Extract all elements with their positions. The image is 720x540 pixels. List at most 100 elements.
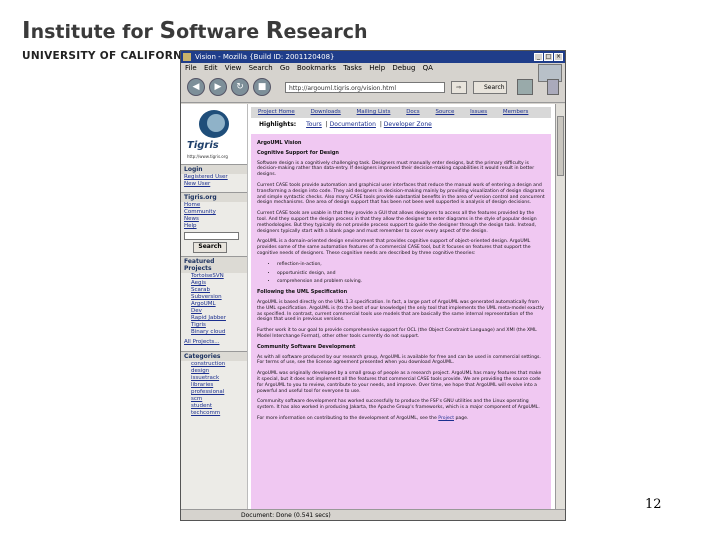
- page-content: Tigris http://www.tigris.org Login Regis…: [181, 104, 557, 510]
- go-icon[interactable]: ⇨: [451, 81, 467, 94]
- print-icon[interactable]: [517, 79, 533, 95]
- link-featured-project[interactable]: ArgoUML: [181, 301, 247, 308]
- highlights-bar: Highlights: Tours | Documentation | Deve…: [259, 121, 432, 128]
- link-home[interactable]: Home: [181, 202, 247, 209]
- theories-list: reflection-in-action, opportunistic desi…: [257, 262, 545, 285]
- section-heading: Community Software Development: [257, 343, 356, 350]
- menu-help[interactable]: Help: [369, 64, 385, 72]
- list-item: comprehension and problem solving.: [277, 279, 545, 285]
- tab-downloads[interactable]: Downloads: [311, 109, 341, 115]
- scrollbar-thumb[interactable]: [557, 116, 564, 176]
- menu-file[interactable]: File: [185, 64, 197, 72]
- maximize-icon[interactable]: □: [544, 53, 553, 61]
- link-category[interactable]: design: [181, 368, 247, 375]
- url-field[interactable]: http://argouml.tigris.org/vision.html: [285, 82, 445, 93]
- link-featured-project[interactable]: Scarab: [181, 287, 247, 294]
- tab-issues[interactable]: Issues: [470, 109, 487, 115]
- toolbar-grippy-icon[interactable]: [547, 79, 559, 95]
- link-category[interactable]: techcomm: [181, 410, 247, 417]
- logo-url: http://www.tigris.org: [187, 154, 228, 159]
- paragraph: Software design is a cognitively challen…: [257, 160, 535, 178]
- paragraph: Further work it to our goal to provide c…: [257, 328, 537, 339]
- link-project-page[interactable]: Project: [438, 416, 454, 421]
- paragraph: ArgoUML is based directly on the UML 1.3…: [257, 299, 544, 323]
- main-area: Project Home Downloads Mailing Lists Doc…: [251, 107, 551, 510]
- link-category[interactable]: professional: [181, 389, 247, 396]
- browser-window: Vision - Mozilla {Build ID: 2001120408} …: [180, 50, 566, 521]
- sidebar: Tigris http://www.tigris.org Login Regis…: [181, 104, 248, 510]
- link-tours[interactable]: Tours: [306, 121, 322, 128]
- featured-heading: Featured Projects: [181, 256, 247, 273]
- tigris-heading: Tigris.org: [181, 192, 247, 202]
- tigris-logo-icon: [199, 110, 229, 138]
- menu-view[interactable]: View: [225, 64, 242, 72]
- link-new-user[interactable]: New User: [181, 181, 247, 188]
- document-body: ArgoUML Vision Cognitive Support for Des…: [251, 134, 551, 510]
- project-nav: Project Home Downloads Mailing Lists Doc…: [251, 107, 551, 118]
- tab-source[interactable]: Source: [435, 109, 454, 115]
- paragraph: ArgoUML is a domain-oriented design envi…: [257, 239, 531, 256]
- link-all-projects[interactable]: All Projects...: [181, 339, 247, 346]
- window-title: Vision - Mozilla {Build ID: 2001120408}: [195, 53, 335, 61]
- link-featured-project[interactable]: Binary cloud: [181, 329, 247, 336]
- minimize-icon[interactable]: _: [534, 53, 543, 61]
- menu-bar: File Edit View Search Go Bookmarks Tasks…: [181, 63, 565, 74]
- link-featured-project[interactable]: Rapid Jabber: [181, 315, 247, 322]
- link-category[interactable]: scm: [181, 396, 247, 403]
- vertical-scrollbar[interactable]: [555, 104, 565, 510]
- reload-icon[interactable]: ↻: [231, 78, 249, 96]
- highlights-label: Highlights:: [259, 121, 297, 128]
- paragraph: For more information on contributing to …: [257, 415, 469, 421]
- paragraph: ArgoUML was originally developed by a sm…: [257, 371, 542, 394]
- link-category[interactable]: student: [181, 403, 247, 410]
- link-category[interactable]: construction: [181, 361, 247, 368]
- login-heading: Login: [181, 164, 247, 174]
- back-icon[interactable]: ◀: [187, 78, 205, 96]
- link-featured-project[interactable]: TortoiseSVN: [181, 273, 247, 280]
- menu-edit[interactable]: Edit: [204, 64, 218, 72]
- list-item: reflection-in-action,: [277, 262, 545, 268]
- tab-docs[interactable]: Docs: [406, 109, 420, 115]
- slide-title: Institute for Software Research: [22, 18, 368, 44]
- section-heading: Following the UML Specification: [257, 289, 348, 296]
- menu-search[interactable]: Search: [249, 64, 273, 72]
- page-number: 12: [645, 497, 662, 512]
- menu-go[interactable]: Go: [280, 64, 290, 72]
- link-featured-project[interactable]: Tigris: [181, 322, 247, 329]
- link-documentation[interactable]: Documentation: [330, 121, 376, 128]
- menu-bookmarks[interactable]: Bookmarks: [297, 64, 336, 72]
- stop-icon[interactable]: ■: [253, 78, 271, 96]
- tab-members[interactable]: Members: [503, 109, 529, 115]
- link-category[interactable]: issuetrack: [181, 375, 247, 382]
- categories-heading: Categories: [181, 351, 247, 361]
- search-button[interactable]: Search: [473, 81, 507, 94]
- list-item: opportunistic design, and: [277, 271, 545, 277]
- sidebar-search-button[interactable]: Search: [193, 242, 227, 253]
- link-community[interactable]: Community: [181, 209, 247, 216]
- paragraph: Current CASE tools provide automation an…: [257, 182, 545, 206]
- tab-project-home[interactable]: Project Home: [258, 109, 295, 115]
- link-developer-zone[interactable]: Developer Zone: [384, 121, 432, 128]
- forward-icon[interactable]: ▶: [209, 78, 227, 96]
- link-featured-project[interactable]: Aegis: [181, 280, 247, 287]
- link-category[interactable]: libraries: [181, 382, 247, 389]
- paragraph: Current CASE tools are usable in that th…: [257, 211, 537, 234]
- menu-tasks[interactable]: Tasks: [343, 64, 362, 72]
- tab-mailing-lists[interactable]: Mailing Lists: [357, 109, 391, 115]
- menu-qa[interactable]: QA: [423, 64, 433, 72]
- section-heading: Cognitive Support for Design: [257, 149, 339, 156]
- link-registered-user[interactable]: Registered User: [181, 174, 247, 181]
- doc-title: ArgoUML Vision: [257, 140, 302, 146]
- sidebar-search-input[interactable]: [184, 232, 239, 240]
- menu-debug[interactable]: Debug: [392, 64, 415, 72]
- window-titlebar: Vision - Mozilla {Build ID: 2001120408} …: [181, 51, 565, 63]
- link-help[interactable]: Help: [181, 223, 247, 230]
- close-icon[interactable]: ×: [554, 53, 563, 61]
- link-featured-project[interactable]: Subversion: [181, 294, 247, 301]
- paragraph: Community software development has worke…: [257, 399, 540, 411]
- logo[interactable]: Tigris http://www.tigris.org: [181, 104, 247, 164]
- link-featured-project[interactable]: Dev: [181, 308, 247, 315]
- link-news[interactable]: News: [181, 216, 247, 223]
- status-bar: Document: Done (0.541 secs): [181, 509, 565, 520]
- logo-text: Tigris: [187, 140, 219, 151]
